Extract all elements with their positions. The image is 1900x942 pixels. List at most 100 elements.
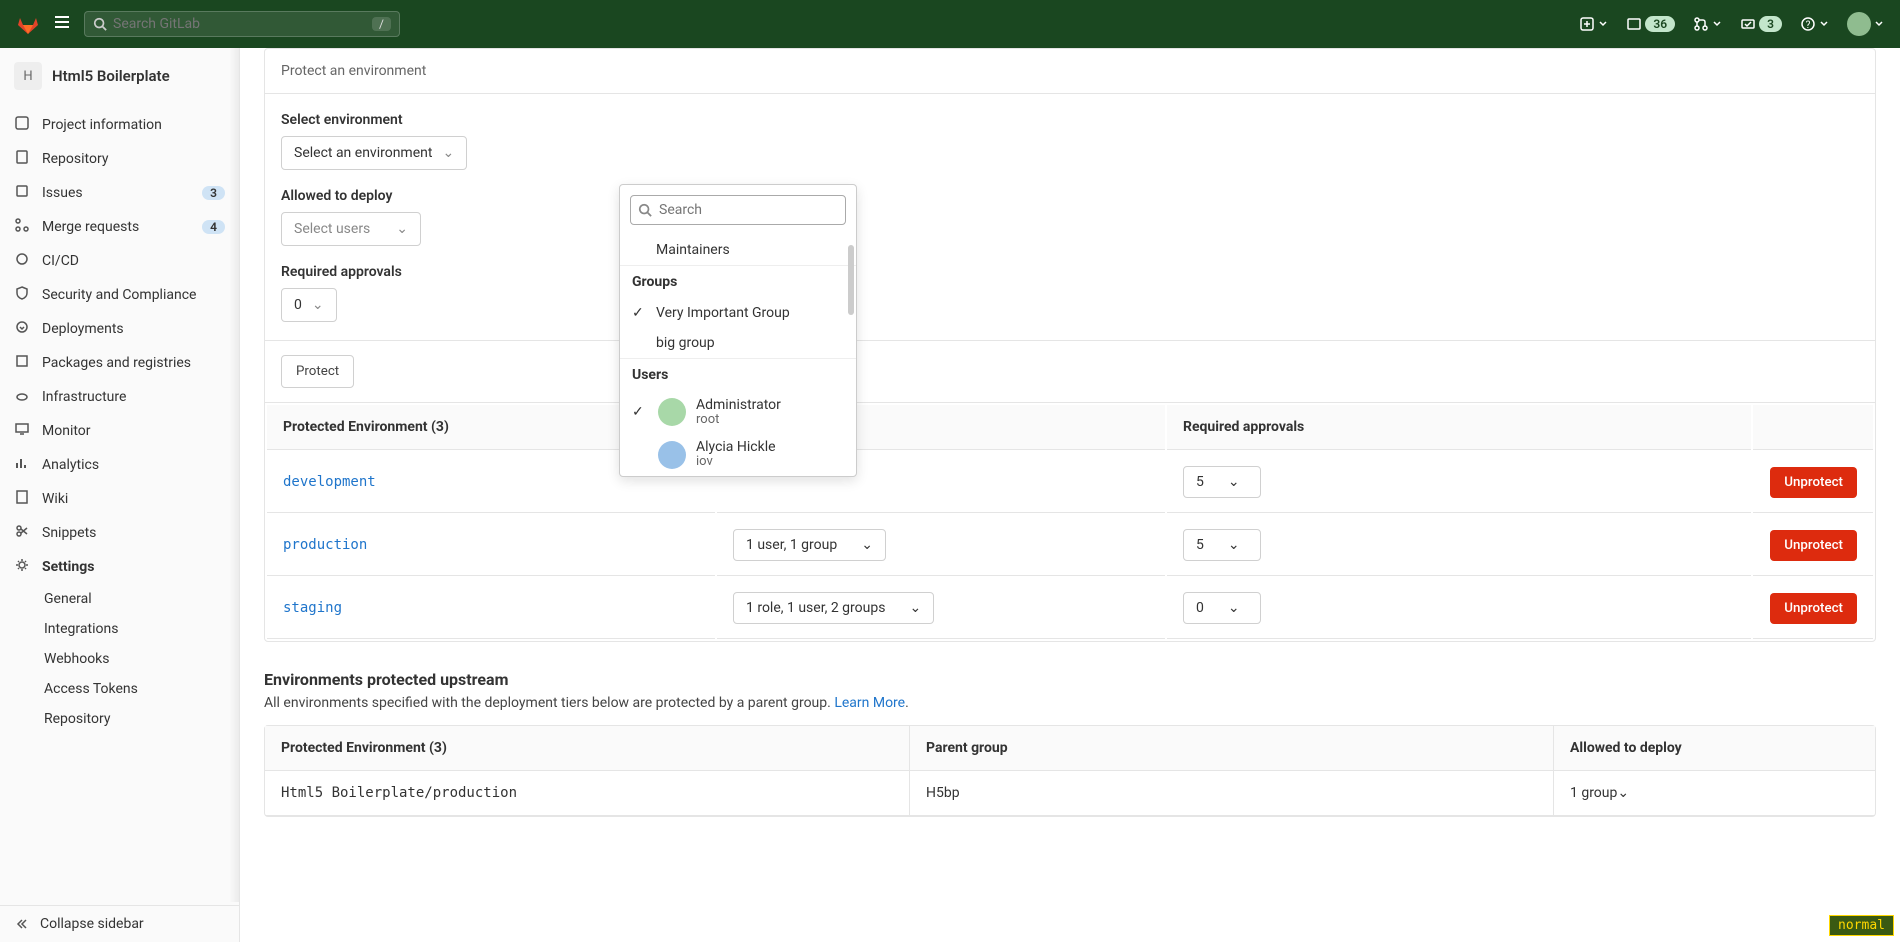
- sidebar-item-label: CI/CD: [42, 253, 79, 269]
- search-icon: [93, 17, 107, 31]
- col-actions-header: [1753, 405, 1873, 450]
- gitlab-logo-icon[interactable]: [16, 12, 40, 36]
- collapse-sidebar-button[interactable]: Collapse sidebar: [0, 905, 239, 942]
- sidebar-item-wiki[interactable]: Wiki: [0, 482, 239, 516]
- select-environment-dropdown[interactable]: Select an environment ⌄: [281, 136, 467, 170]
- hamburger-menu-icon[interactable]: [52, 12, 72, 36]
- env-name-link[interactable]: staging: [283, 600, 342, 616]
- chevron-down-icon: ⌄: [1228, 537, 1240, 553]
- sidebar-item-label: Snippets: [42, 525, 96, 541]
- protect-button[interactable]: Protect: [281, 355, 354, 388]
- sidebar-item-analytics[interactable]: Analytics: [0, 448, 239, 482]
- sidebar-sub-label: Access Tokens: [44, 681, 138, 697]
- dropdown-option-group-big[interactable]: big group: [620, 328, 856, 358]
- sidebar-sub-repository[interactable]: Repository: [0, 704, 239, 734]
- check-icon: ✓: [632, 305, 648, 321]
- access-value: 1 user, 1 group: [746, 537, 837, 553]
- sidebar-item-security[interactable]: Security and Compliance: [0, 278, 239, 312]
- upstream-section-desc: All environments specified with the depl…: [264, 695, 1876, 711]
- merge-requests-shortcut[interactable]: [1693, 16, 1722, 32]
- mr-count: 4: [202, 220, 225, 234]
- sidebar-item-label: Project information: [42, 117, 162, 133]
- approvals-select[interactable]: 5⌄: [1183, 529, 1261, 561]
- issues-icon: [1626, 16, 1642, 32]
- dropdown-groups-header: Groups: [620, 265, 856, 298]
- user-handle: iov: [696, 455, 776, 469]
- sidebar-item-monitor[interactable]: Monitor: [0, 414, 239, 448]
- info-icon: [14, 115, 30, 131]
- dropdown-scrollbar[interactable]: [848, 245, 854, 315]
- sidebar-sub-integrations[interactable]: Integrations: [0, 614, 239, 644]
- learn-more-link[interactable]: Learn More: [834, 695, 905, 711]
- todos-shortcut[interactable]: 3: [1740, 16, 1782, 32]
- sidebar-item-label: Repository: [42, 151, 108, 167]
- user-menu[interactable]: [1847, 12, 1884, 36]
- sidebar-sub-webhooks[interactable]: Webhooks: [0, 644, 239, 674]
- project-header[interactable]: H Html5 Boilerplate: [0, 48, 239, 104]
- access-select[interactable]: 1 role, 1 user, 2 groups ⌄: [733, 592, 934, 624]
- col-environment-header: Protected Environment (3): [265, 726, 909, 771]
- main-content: Protect an environment Select environmen…: [240, 48, 1900, 942]
- new-menu[interactable]: [1579, 16, 1608, 32]
- sidebar-item-issues[interactable]: Issues3: [0, 176, 239, 210]
- chevron-down-icon: ⌄: [909, 600, 921, 616]
- sidebar-item-repository[interactable]: Repository: [0, 142, 239, 176]
- dropdown-option-maintainers[interactable]: Maintainers: [620, 235, 856, 265]
- global-search[interactable]: /: [84, 11, 400, 37]
- sidebar-item-settings[interactable]: Settings: [0, 550, 239, 584]
- sidebar-item-label: Merge requests: [42, 219, 139, 235]
- issues-shortcut[interactable]: 36: [1626, 16, 1675, 32]
- env-name-link[interactable]: production: [283, 537, 367, 553]
- help-menu[interactable]: ?: [1800, 16, 1829, 32]
- dropdown-search-input[interactable]: [630, 195, 846, 225]
- dropdown-users-header: Users: [620, 358, 856, 391]
- required-approvals-label: Required approvals: [281, 264, 1859, 280]
- access-select[interactable]: 1 user, 1 group⌄: [733, 529, 886, 561]
- upstream-env-name: Html5 Boilerplate/production: [265, 771, 909, 816]
- sidebar-item-merge-requests[interactable]: Merge requests 4: [0, 210, 239, 244]
- required-approvals-select[interactable]: 0 ⌄: [281, 288, 337, 322]
- env-name-link[interactable]: development: [283, 474, 376, 490]
- allowed-to-deploy-dropdown[interactable]: Select users ⌄: [281, 212, 421, 246]
- shield-icon: [14, 285, 30, 301]
- col-allowed-header: Allowed to deploy: [1553, 726, 1875, 771]
- merge-icon: [14, 217, 30, 233]
- upstream-desc-text: All environments specified with the depl…: [264, 695, 834, 711]
- approvals-select[interactable]: 5⌄: [1183, 466, 1261, 498]
- dropdown-option-label: Maintainers: [656, 242, 730, 258]
- table-row: production 1 user, 1 group⌄ 5⌄ Unprotect: [267, 515, 1873, 576]
- todo-icon: [1740, 16, 1756, 32]
- svg-text:?: ?: [1806, 20, 1811, 31]
- package-icon: [14, 353, 30, 369]
- issues-count: 3: [202, 186, 225, 200]
- cicd-icon: [14, 251, 30, 267]
- access-value: 1 role, 1 user, 2 groups: [746, 600, 885, 616]
- project-name: Html5 Boilerplate: [52, 67, 170, 85]
- upstream-section-title: Environments protected upstream: [264, 670, 1876, 689]
- allowed-deploy-select[interactable]: 1 group⌄: [1570, 785, 1859, 801]
- repo-icon: [14, 149, 30, 165]
- sidebar-item-project-info[interactable]: Project information: [0, 108, 239, 142]
- protect-form: Select environment Select an environment…: [265, 94, 1875, 341]
- sidebar-item-infrastructure[interactable]: Infrastructure: [0, 380, 239, 414]
- approvals-select[interactable]: 0⌄: [1183, 592, 1261, 624]
- user-avatar-icon: [658, 398, 686, 426]
- book-icon: [14, 489, 30, 505]
- sidebar-sub-access-tokens[interactable]: Access Tokens: [0, 674, 239, 704]
- unprotect-button[interactable]: Unprotect: [1770, 467, 1857, 498]
- table-row: Html5 Boilerplate/production H5bp 1 grou…: [265, 771, 1875, 816]
- unprotect-button[interactable]: Unprotect: [1770, 530, 1857, 561]
- dropdown-option-group-important[interactable]: ✓Very Important Group: [620, 298, 856, 328]
- sidebar-item-deployments[interactable]: Deployments: [0, 312, 239, 346]
- global-search-input[interactable]: [113, 16, 372, 32]
- dropdown-option-user-admin[interactable]: ✓ Administrator root: [620, 391, 856, 433]
- sidebar-item-packages[interactable]: Packages and registries: [0, 346, 239, 380]
- sidebar-item-cicd[interactable]: CI/CD: [0, 244, 239, 278]
- table-row: development 5⌄ Unprotect: [267, 452, 1873, 513]
- dropdown-option-label: big group: [656, 335, 715, 351]
- sidebar-item-snippets[interactable]: Snippets: [0, 516, 239, 550]
- dropdown-option-user-alycia[interactable]: Alycia Hickle iov: [620, 433, 856, 475]
- unprotect-button[interactable]: Unprotect: [1770, 593, 1857, 624]
- sidebar-sub-general[interactable]: General: [0, 584, 239, 614]
- col-approvals-header: Required approvals: [1167, 405, 1751, 450]
